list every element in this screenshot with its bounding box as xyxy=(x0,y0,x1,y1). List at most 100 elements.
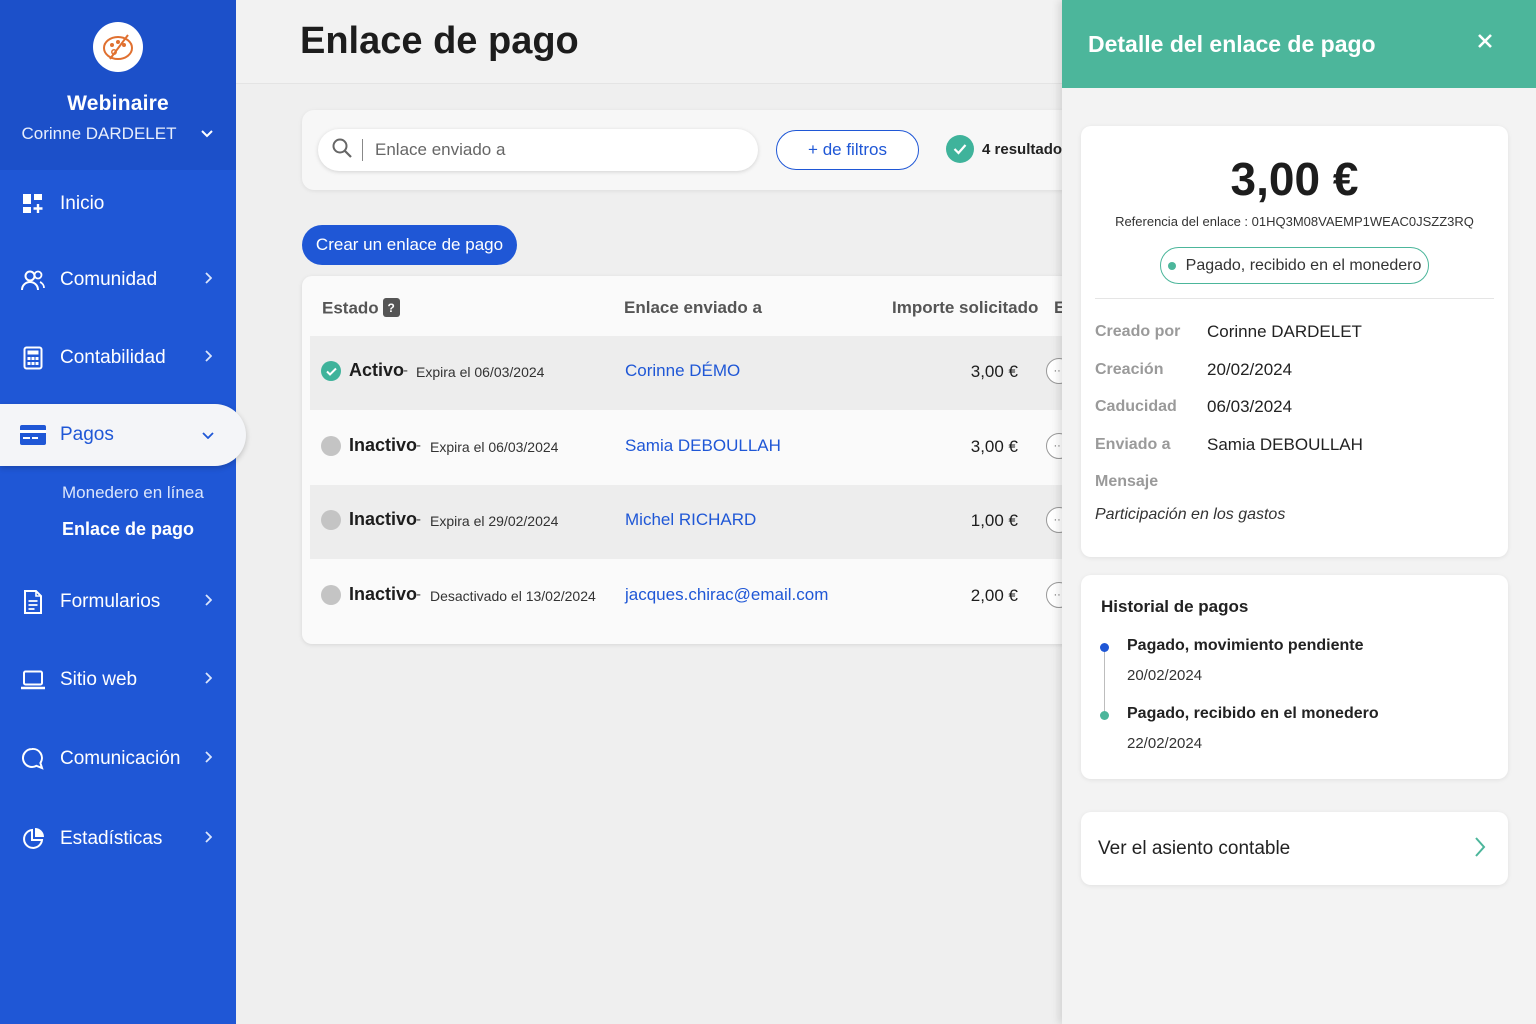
amount-value: 3,00 € xyxy=(970,362,1018,381)
more-filters-button[interactable]: + de filtros xyxy=(776,130,919,170)
sidebar-item-label: Contabilidad xyxy=(60,347,166,368)
community-icon xyxy=(20,267,46,293)
sidebar-item-estadisticas[interactable]: Estadísticas xyxy=(0,808,236,870)
sidebar-subitem-monedero[interactable]: Monedero en línea xyxy=(62,483,204,503)
column-header-label: Estado xyxy=(322,298,379,318)
sidebar-item-label: Estadísticas xyxy=(60,828,163,849)
expiry-text: Expira el 06/03/2024 xyxy=(430,439,559,455)
history-date: 22/02/2024 xyxy=(1127,735,1203,752)
message-text: Participación en los gastos xyxy=(1095,506,1286,523)
detail-value-caducidad: 06/03/2024 xyxy=(1207,397,1293,416)
organization-name: Webinaire xyxy=(67,92,169,115)
table-row[interactable]: Inactivo - Expira el 29/02/2024 Michel R… xyxy=(310,485,1072,559)
inactive-status-icon xyxy=(321,436,341,456)
chevron-right-icon xyxy=(204,271,213,289)
sidebar-item-label: Formularios xyxy=(60,591,161,612)
chevron-right-icon xyxy=(204,750,213,768)
amount-value: 1,00 € xyxy=(970,511,1018,530)
sidebar-item-label: Pagos xyxy=(60,424,114,445)
credit-card-icon xyxy=(20,422,46,448)
column-header-importe[interactable]: Importe solicitado xyxy=(892,298,1038,318)
recipient-link[interactable]: Samia DEBOULLAH xyxy=(625,436,781,456)
recipient-link[interactable]: Michel RICHARD xyxy=(625,510,756,530)
sidebar: Webinaire Corinne DARDELET Inicio Comuni… xyxy=(0,0,246,1024)
timeline-dot-pending xyxy=(1100,643,1109,652)
status-badge: Pagado, recibido en el monedero xyxy=(1160,247,1429,284)
chevron-right-icon xyxy=(204,593,213,611)
pie-chart-icon xyxy=(20,826,46,852)
view-ledger-entry-button[interactable]: Ver el asiento contable xyxy=(1081,812,1508,885)
expiry-text: Expira el 29/02/2024 xyxy=(430,513,559,529)
chevron-down-icon[interactable] xyxy=(200,126,214,142)
separator: - xyxy=(403,362,408,379)
sidebar-item-label: Comunidad xyxy=(60,269,158,290)
results-label: 4 resultados xyxy=(982,140,1071,158)
table-row[interactable]: Activo - Expira el 06/03/2024 Corinne DÉ… xyxy=(310,336,1072,410)
close-icon[interactable] xyxy=(1472,28,1498,54)
divider xyxy=(1095,298,1494,299)
sidebar-subitem-enlace-de-pago[interactable]: Enlace de pago xyxy=(62,519,194,540)
history-date: 20/02/2024 xyxy=(1127,667,1203,684)
history-event: Pagado, recibido en el monedero xyxy=(1127,705,1379,722)
timeline-line xyxy=(1104,651,1105,719)
sidebar-item-comunicacion[interactable]: Comunicación xyxy=(0,728,236,790)
sidebar-item-comunidad[interactable]: Comunidad xyxy=(0,249,236,311)
chevron-right-icon xyxy=(204,349,213,367)
sidebar-item-label: Sitio web xyxy=(60,669,138,690)
search-box[interactable] xyxy=(318,129,758,171)
detail-key-caducidad: Caducidad xyxy=(1095,398,1177,415)
calculator-icon xyxy=(20,345,46,371)
history-event: Pagado, movimiento pendiente xyxy=(1127,637,1364,654)
status-label: Activo xyxy=(349,360,405,380)
timeline-dot-received xyxy=(1100,711,1109,720)
table-row[interactable]: Inactivo - Desactivado el 13/02/2024 jac… xyxy=(310,560,1072,634)
laptop-icon xyxy=(20,667,46,693)
sidebar-item-label: Comunicación xyxy=(60,748,181,769)
expiry-text: Desactivado el 13/02/2024 xyxy=(430,588,596,604)
expiry-text: Expira el 06/03/2024 xyxy=(416,364,545,380)
active-status-icon xyxy=(321,361,341,381)
panel-header: Detalle del enlace de pago xyxy=(1062,0,1536,88)
status-label: Inactivo xyxy=(349,509,418,529)
palette-logo-icon xyxy=(93,22,143,72)
status-label: Inactivo xyxy=(349,584,418,604)
amount-value: 2,00 € xyxy=(970,586,1018,605)
recipient-link[interactable]: jacques.chirac@email.com xyxy=(625,585,828,605)
sidebar-item-contabilidad[interactable]: Contabilidad xyxy=(0,327,236,389)
detail-key-creacion: Creación xyxy=(1095,361,1164,378)
status-dot xyxy=(1167,261,1176,270)
payment-reference: Referencia del enlace : 01HQ3M08VAEMP1WE… xyxy=(1115,214,1474,229)
detail-value-creado-por: Corinne DARDELET xyxy=(1207,322,1362,341)
search-icon xyxy=(332,138,352,163)
chevron-right-icon xyxy=(204,671,213,689)
page-title: Enlace de pago xyxy=(300,20,579,62)
separator: - xyxy=(416,511,421,528)
column-header-enlace[interactable]: Enlace enviado a xyxy=(624,298,762,318)
separator: - xyxy=(416,437,421,454)
payment-summary-card: 3,00 € Referencia del enlace : 01HQ3M08V… xyxy=(1081,126,1508,557)
chevron-down-icon xyxy=(202,426,214,444)
status-label: Inactivo xyxy=(349,435,418,455)
panel-title: Detalle del enlace de pago xyxy=(1088,30,1376,57)
results-count: 4 resultados xyxy=(946,135,1070,163)
sidebar-item-pagos[interactable]: Pagos xyxy=(0,404,246,466)
help-icon[interactable]: ? xyxy=(382,298,400,317)
sidebar-item-formularios[interactable]: Formularios xyxy=(0,571,236,633)
recipient-link[interactable]: Corinne DÉMO xyxy=(625,361,740,381)
organization-header[interactable]: Webinaire Corinne DARDELET xyxy=(0,0,236,170)
chevron-right-icon xyxy=(204,830,213,848)
detail-value-enviado-a: Samia DEBOULLAH xyxy=(1207,435,1363,454)
sidebar-item-inicio[interactable]: Inicio xyxy=(0,173,236,235)
chat-icon xyxy=(20,746,46,772)
detail-value-creacion: 20/02/2024 xyxy=(1207,360,1293,379)
sidebar-item-sitio-web[interactable]: Sitio web xyxy=(0,649,236,711)
ledger-label: Ver el asiento contable xyxy=(1098,837,1291,859)
search-input[interactable] xyxy=(362,139,722,161)
check-circle-icon xyxy=(946,135,974,163)
chevron-right-icon xyxy=(1474,836,1486,864)
table-row[interactable]: Inactivo - Expira el 06/03/2024 Samia DE… xyxy=(310,411,1072,485)
history-title: Historial de pagos xyxy=(1101,597,1249,616)
create-payment-link-button[interactable]: Crear un enlace de pago xyxy=(302,225,517,265)
column-header-estado[interactable]: Estado? xyxy=(322,298,400,319)
payment-amount: 3,00 € xyxy=(1230,153,1359,205)
